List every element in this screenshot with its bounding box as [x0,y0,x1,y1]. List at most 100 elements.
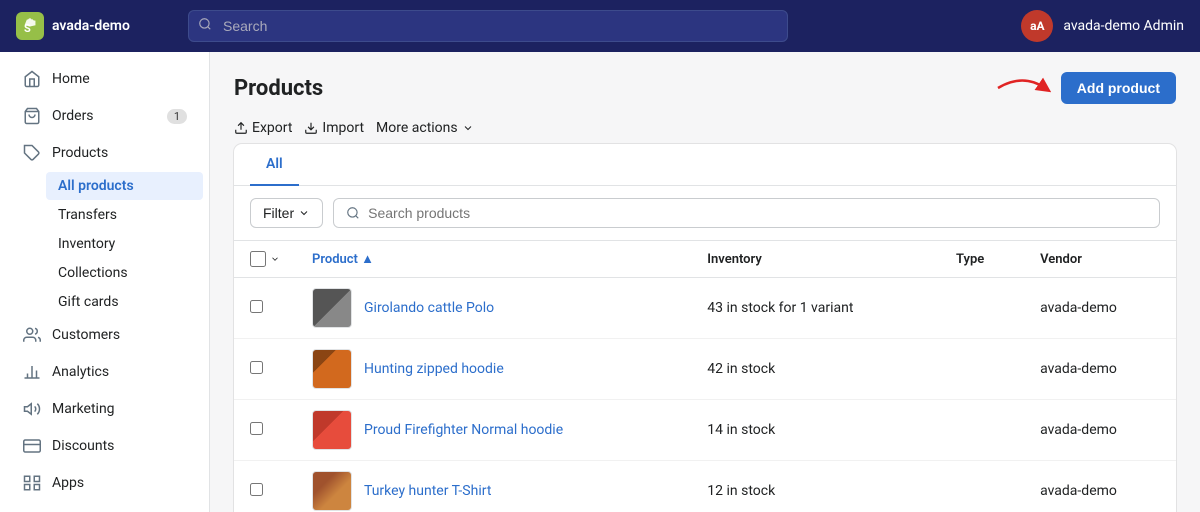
product-type-cell [940,400,1024,461]
home-icon [22,69,42,89]
select-all-chevron-icon[interactable] [270,254,280,264]
more-actions-button[interactable]: More actions [376,120,474,136]
import-icon [304,121,318,135]
product-type-cell [940,461,1024,512]
product-name-link[interactable]: Hunting zipped hoodie [364,361,504,377]
brand-area[interactable]: S avada-demo [16,12,176,40]
search-bar[interactable] [188,10,788,42]
col-type: Type [940,241,1024,278]
header-actions: Add product [993,72,1176,104]
export-icon [234,121,248,135]
row-checkbox-cell [234,339,296,400]
table-row: Girolando cattle Polo 43 in stock for 1 … [234,278,1176,339]
search-products-input[interactable] [368,205,1147,221]
add-product-arrow-indicator [993,73,1053,103]
sidebar-item-orders[interactable]: Orders 1 [6,98,203,134]
import-label: Import [322,120,364,136]
sidebar-item-home[interactable]: Home [6,61,203,97]
product-inventory-cell: 14 in stock [691,400,940,461]
product-thumbnail [312,410,352,450]
top-navigation: S avada-demo aA avada-demo Admin [0,0,1200,52]
products-icon [22,143,42,163]
sidebar-item-discounts-label: Discounts [52,438,114,454]
sidebar-item-customers-label: Customers [52,327,120,343]
sidebar-item-discounts[interactable]: Discounts [6,428,203,464]
action-bar: Export Import More actions [234,120,1176,136]
product-name-link[interactable]: Turkey hunter T-Shirt [364,483,491,499]
col-product[interactable]: Product ▲ [296,241,691,278]
filter-button[interactable]: Filter [250,198,323,228]
products-table: Product ▲ Inventory Type Vendor Giroland… [234,241,1176,512]
tab-all[interactable]: All [250,144,299,186]
sidebar-item-gift-cards[interactable]: Gift cards [46,288,203,316]
product-thumbnail [312,288,352,328]
product-name-cell: Hunting zipped hoodie [296,339,691,400]
discounts-icon [22,436,42,456]
row-checkbox-cell [234,461,296,512]
products-table-card: All Filter [234,144,1176,512]
product-name-link[interactable]: Proud Firefighter Normal hoodie [364,422,563,438]
more-actions-label: More actions [376,120,458,136]
sidebar-item-all-products[interactable]: All products [46,172,203,200]
sidebar-item-apps-label: Apps [52,475,84,491]
product-thumbnail [312,349,352,389]
export-label: Export [252,120,292,136]
user-area[interactable]: aA avada-demo Admin [1021,10,1184,42]
main-content: Products Add product [210,52,1200,512]
search-products-input-wrapper[interactable] [333,198,1160,228]
row-select-checkbox[interactable] [250,300,263,313]
product-vendor-cell: avada-demo [1024,278,1176,339]
sidebar-item-products-label: Products [52,145,108,161]
row-checkbox-cell [234,278,296,339]
table-row: Hunting zipped hoodie 42 in stock avada-… [234,339,1176,400]
products-sub-nav: All products Transfers Inventory Collect… [0,172,209,316]
import-button[interactable]: Import [304,120,364,136]
select-all-checkbox[interactable] [250,251,266,267]
table-row: Proud Firefighter Normal hoodie 14 in st… [234,400,1176,461]
filter-chevron-icon [298,207,310,219]
sidebar-item-apps[interactable]: Apps [6,465,203,501]
search-products-icon [346,206,360,220]
product-name-cell: Turkey hunter T-Shirt [296,461,691,512]
sidebar-item-products[interactable]: Products [6,135,203,171]
product-vendor-cell: avada-demo [1024,400,1176,461]
row-checkbox-cell [234,400,296,461]
analytics-icon [22,362,42,382]
product-type-cell [940,278,1024,339]
col-inventory: Inventory [691,241,940,278]
product-vendor-cell: avada-demo [1024,461,1176,512]
customers-icon [22,325,42,345]
avatar: aA [1021,10,1053,42]
product-name-cell: Proud Firefighter Normal hoodie [296,400,691,461]
sidebar-item-transfers[interactable]: Transfers [46,201,203,229]
product-vendor-cell: avada-demo [1024,339,1176,400]
orders-icon [22,106,42,126]
select-all-header [234,241,296,278]
product-type-cell [940,339,1024,400]
product-inventory-cell: 43 in stock for 1 variant [691,278,940,339]
col-vendor: Vendor [1024,241,1176,278]
row-select-checkbox[interactable] [250,483,263,496]
row-select-checkbox[interactable] [250,361,263,374]
filter-label: Filter [263,205,294,221]
apps-icon [22,473,42,493]
product-thumbnail [312,471,352,511]
sidebar-item-marketing[interactable]: Marketing [6,391,203,427]
sidebar-item-customers[interactable]: Customers [6,317,203,353]
marketing-icon [22,399,42,419]
search-input[interactable] [188,10,788,42]
sidebar-item-analytics[interactable]: Analytics [6,354,203,390]
sidebar-item-inventory[interactable]: Inventory [46,230,203,258]
orders-badge: 1 [167,109,187,124]
add-product-button[interactable]: Add product [1061,72,1176,104]
row-select-checkbox[interactable] [250,422,263,435]
shopify-logo-icon: S [16,12,44,40]
tabs-bar: All [234,144,1176,186]
sidebar-item-collections[interactable]: Collections [46,259,203,287]
sidebar-item-home-label: Home [52,71,90,87]
brand-name: avada-demo [52,18,130,34]
export-button[interactable]: Export [234,120,292,136]
product-inventory-cell: 12 in stock [691,461,940,512]
filter-bar: Filter [234,186,1176,241]
product-name-link[interactable]: Girolando cattle Polo [364,300,494,316]
